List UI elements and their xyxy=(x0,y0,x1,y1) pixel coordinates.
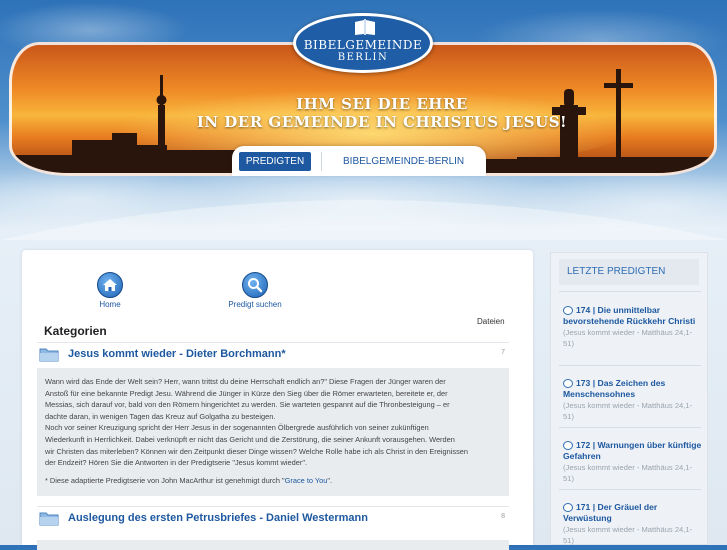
latest-sermons-sidebar: LETZTE PREDIGTEN 174 | Die unmittelbar b… xyxy=(550,252,708,545)
search-sermon-link[interactable]: Predigt suchen xyxy=(220,272,290,309)
sermon-title[interactable]: 174 | Die unmittelbar bevorstehende Rück… xyxy=(563,305,703,327)
logo-text-line2: BERLIN xyxy=(337,52,389,63)
sidebar-heading: LETZTE PREDIGTEN xyxy=(559,259,699,285)
category-description: Wann wird das Ende der Welt sein? Herr, … xyxy=(37,368,509,496)
sermon-title[interactable]: 172 | Warnungen über künftige Gefahren xyxy=(563,440,703,462)
audio-icon xyxy=(563,503,573,512)
category-description-partial xyxy=(37,540,509,550)
grace-to-you-link[interactable]: Grace to You xyxy=(285,476,328,485)
logo-text-line1: BIBELGEMEINDE xyxy=(303,38,423,52)
latest-sermon-item[interactable]: 173 | Das Zeichen des Menschensohnes (Je… xyxy=(563,378,703,422)
nav-divider xyxy=(321,152,322,171)
audio-icon xyxy=(563,306,573,315)
sidebar-divider xyxy=(559,489,701,490)
category-file-count: 8 xyxy=(501,513,505,520)
description-line: Noch vor seiner Kreuzigung spricht der H… xyxy=(45,423,429,433)
sidebar-divider xyxy=(559,427,701,428)
bible-book-icon xyxy=(355,19,375,35)
license-note-prefix: * Diese adaptierte Predigtserie von John… xyxy=(45,475,285,485)
sidebar-divider xyxy=(559,365,701,366)
latest-sermon-item[interactable]: 171 | Der Gräuel der Verwüstung (Jesus k… xyxy=(563,502,703,546)
files-column-header: Dateien xyxy=(477,317,505,326)
audio-icon xyxy=(563,441,573,450)
sermon-series: (Jesus kommt wieder - Matthäus 24,1-51) xyxy=(563,401,693,421)
sermon-series: (Jesus kommt wieder - Matthäus 24,1-51) xyxy=(563,328,693,348)
sermon-title[interactable]: 173 | Das Zeichen des Menschensohnes xyxy=(563,378,703,400)
latest-sermon-item[interactable]: 174 | Die unmittelbar bevorstehende Rück… xyxy=(563,305,703,349)
home-link[interactable]: Home xyxy=(94,272,126,309)
description-line: Messias, sich darauf vor, bald von den R… xyxy=(45,400,450,410)
category-title[interactable]: Jesus kommt wieder - Dieter Borchmann* xyxy=(68,348,286,360)
description-line: Wiederkunft in Herrlichkeit. Dabei verkn… xyxy=(45,434,455,444)
description-line: der Endzeit? Hören Sie die Antworten in … xyxy=(45,458,307,468)
license-note: * Diese adaptierte Predigtserie von John… xyxy=(45,475,501,487)
banner-heading-line1: IHM SEI DIE EHRE xyxy=(296,95,468,113)
nav-item-predigten[interactable]: PREDIGTEN xyxy=(239,152,311,171)
content-panel: Home Predigt suchen Kategorien Dateien J… xyxy=(22,250,533,550)
site-logo[interactable]: BIBELGEMEINDE BERLIN xyxy=(293,13,433,73)
description-line: Wann wird das Ende der Welt sein? Herr, … xyxy=(45,377,446,386)
decorative-wave xyxy=(0,200,727,240)
audio-icon xyxy=(563,379,573,388)
main-navigation: PREDIGTEN BIBELGEMEINDE-BERLIN xyxy=(232,146,486,176)
sermon-series: (Jesus kommt wieder - Matthäus 24,1-51) xyxy=(563,525,693,545)
description-line: Anstoß für eine bekannte Predigt Jesu. W… xyxy=(45,388,448,398)
category-row[interactable]: Jesus kommt wieder - Dieter Borchmann* 7 xyxy=(37,342,509,367)
description-line: dachte daran, in wenigen Tagen das Kreuz… xyxy=(45,411,276,421)
latest-sermon-item[interactable]: 172 | Warnungen über künftige Gefahren (… xyxy=(563,440,703,484)
folder-icon xyxy=(39,512,59,526)
search-icon xyxy=(242,272,268,298)
categories-heading: Kategorien xyxy=(44,324,107,338)
folder-icon xyxy=(39,348,59,362)
category-row[interactable]: Auslegung des ersten Petrusbriefes - Dan… xyxy=(37,506,509,531)
nav-item-bibelgemeinde-berlin[interactable]: BIBELGEMEINDE-BERLIN xyxy=(343,152,464,171)
description-line: wir Christen das miterleben? Können wir … xyxy=(45,446,468,456)
home-label: Home xyxy=(99,300,121,309)
category-file-count: 7 xyxy=(501,349,505,356)
license-note-suffix: ". xyxy=(327,475,333,485)
search-label: Predigt suchen xyxy=(228,300,282,309)
sermon-title[interactable]: 171 | Der Gräuel der Verwüstung xyxy=(563,502,703,524)
banner-heading-line2: IN DER GEMEINDE IN CHRISTUS JESUS! xyxy=(196,113,568,131)
home-icon xyxy=(97,272,123,298)
sermon-series: (Jesus kommt wieder - Matthäus 24,1-51) xyxy=(563,463,693,483)
category-title[interactable]: Auslegung des ersten Petrusbriefes - Dan… xyxy=(68,512,368,524)
sidebar-divider xyxy=(559,291,701,292)
